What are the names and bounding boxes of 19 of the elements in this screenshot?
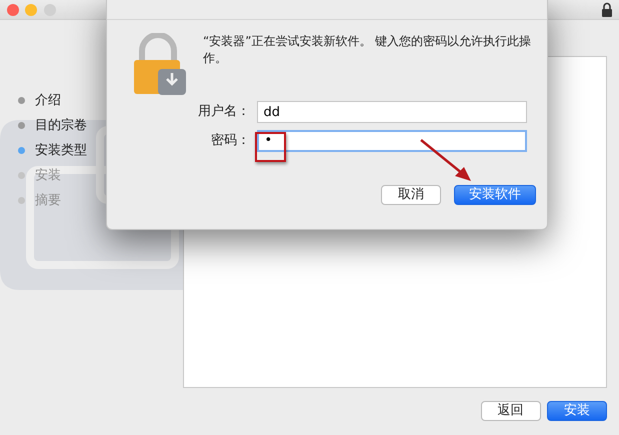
highlight-box xyxy=(255,132,286,162)
lock-icon xyxy=(600,2,612,17)
input-field[interactable]: • xyxy=(256,130,526,152)
step-label: 目的宗卷 xyxy=(35,116,87,135)
step-label: 安装类型 xyxy=(35,142,87,160)
step-label: 介绍 xyxy=(35,92,61,110)
lock-installer-icon xyxy=(132,33,188,97)
dialog-message: “安装器”正在尝试安装新软件。 键入您的密码以允许执行此操作。 xyxy=(203,33,532,67)
footer-button[interactable]: 返回 xyxy=(480,401,540,421)
close-button[interactable] xyxy=(6,4,18,16)
dialog-button[interactable]: 取消 xyxy=(381,184,441,204)
step-label: 摘要 xyxy=(35,192,61,210)
field-label: 用户名： xyxy=(197,103,250,122)
field-label: 密码： xyxy=(210,132,250,150)
minimize-button[interactable] xyxy=(25,4,37,16)
step-label: 安装 xyxy=(35,166,61,185)
footer-button[interactable]: 安装 xyxy=(547,401,607,421)
dialog-button[interactable]: 安装软件 xyxy=(454,184,536,204)
input-field[interactable]: dd xyxy=(256,101,526,123)
